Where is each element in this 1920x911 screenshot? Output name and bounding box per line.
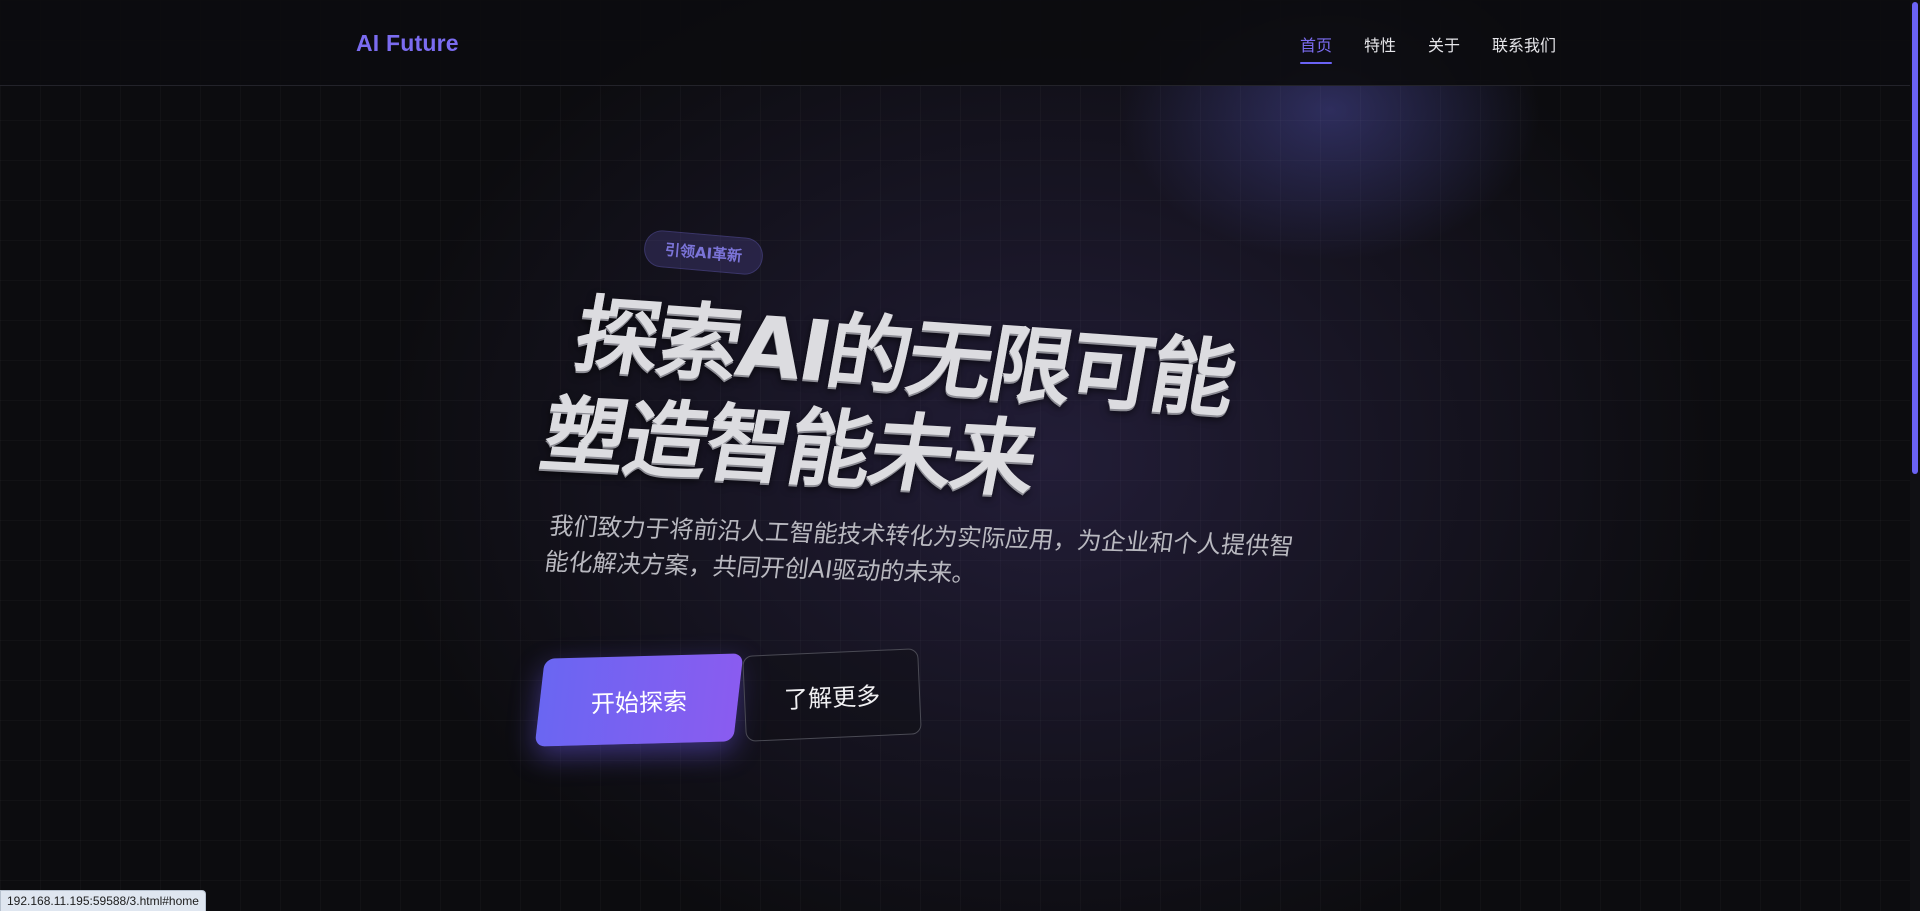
browser-status-url: 192.168.11.195:59588/3.html#home xyxy=(0,890,206,911)
logo[interactable]: AI Future xyxy=(356,30,459,57)
scrollbar[interactable] xyxy=(1910,0,1920,911)
learn-more-button[interactable]: 了解更多 xyxy=(742,648,922,742)
nav-item-features[interactable]: 特性 xyxy=(1364,32,1396,64)
hero-badge: 引领AI革新 xyxy=(642,228,765,277)
start-explore-button[interactable]: 开始探索 xyxy=(534,653,744,747)
learn-more-label: 了解更多 xyxy=(783,681,881,714)
nav-item-about[interactable]: 关于 xyxy=(1428,32,1460,64)
main-nav: 首页 特性 关于 联系我们 xyxy=(1299,32,1556,64)
nav-item-home[interactable]: 首页 xyxy=(1299,32,1332,64)
start-explore-label: 开始探索 xyxy=(590,687,688,718)
hero-description: 我们致力于将前沿人工智能技术转化为实际应用，为企业和个人提供智能化解决方案，共同… xyxy=(542,511,1296,588)
navbar: AI Future 首页 特性 关于 联系我们 xyxy=(0,0,1920,86)
nav-item-contact[interactable]: 联系我们 xyxy=(1492,32,1556,64)
page: AI Future 首页 特性 关于 联系我们 引领AI革新 探索AI的无限可能… xyxy=(0,0,1920,911)
hero-title-line-2: 塑造智能未来 xyxy=(533,385,1044,509)
scrollbar-thumb[interactable] xyxy=(1912,2,1918,474)
